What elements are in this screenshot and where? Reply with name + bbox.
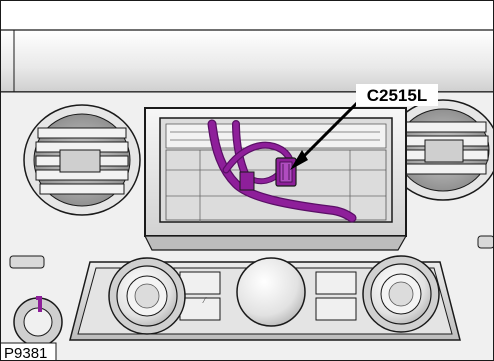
top-caption-strip: [0, 0, 494, 30]
dashboard-illustration: C2515L ⁄ P9381: [0, 0, 494, 361]
figure-id-box: P9381: [0, 342, 57, 361]
callout-label-box: C2515L: [356, 84, 438, 106]
right-side-switch: [477, 235, 494, 249]
left-climate-knob: [108, 257, 186, 335]
dashboard-diagram: C2515L ⁄ P9381: [0, 0, 494, 361]
center-climate-knob: [236, 257, 306, 327]
connector-label: C2515L: [367, 86, 427, 105]
left-side-switch: [9, 255, 45, 269]
dashboard-top: [0, 29, 494, 93]
connector-c2515l: [275, 157, 297, 187]
harness-clip: [239, 171, 255, 191]
left-air-vent: [23, 104, 141, 216]
lower-left-switch: [13, 296, 63, 347]
right-climate-knob: [362, 255, 440, 333]
figure-id: P9381: [4, 345, 47, 361]
